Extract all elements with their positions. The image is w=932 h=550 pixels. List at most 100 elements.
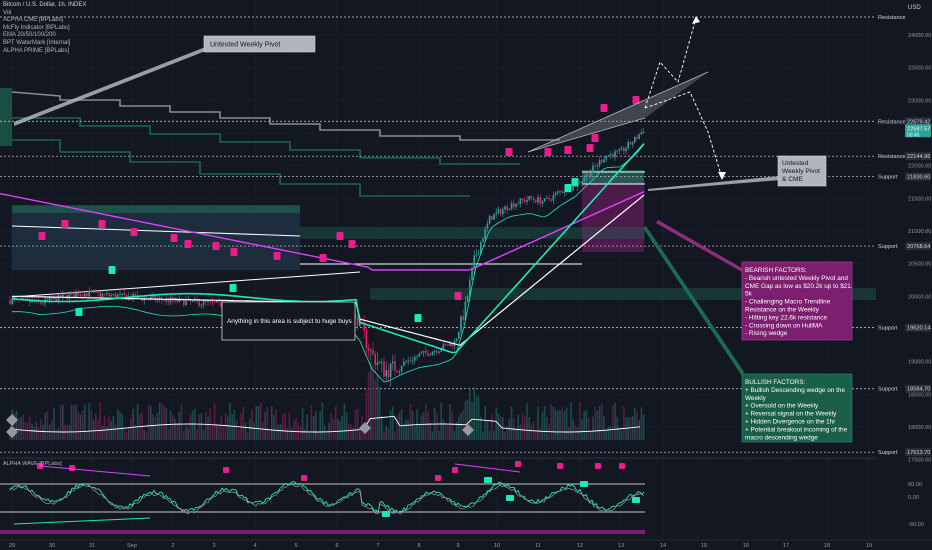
- signal-marker-buy: [564, 184, 572, 192]
- volume-bar: [565, 407, 568, 440]
- volume-bar: [147, 404, 150, 440]
- candle-body: [112, 293, 115, 296]
- volume-bar: [284, 412, 286, 440]
- bearish-line: - Challenging Macro Trendline: [745, 299, 831, 306]
- volume-bar: [275, 409, 277, 440]
- volume-bar: [442, 419, 445, 440]
- candle-body: [73, 292, 75, 298]
- candle-body: [550, 199, 552, 201]
- candle-body: [554, 192, 557, 195]
- signal-marker-sell: [212, 242, 220, 250]
- candle-body: [163, 300, 165, 301]
- volume-bar: [524, 416, 526, 440]
- volume-bar: [455, 422, 458, 440]
- volume-bar: [240, 412, 242, 440]
- candle-body: [42, 303, 44, 305]
- volume-bar: [482, 431, 484, 440]
- volume-bar: [493, 430, 495, 440]
- candle-body: [9, 300, 11, 304]
- volume-bar: [121, 413, 123, 440]
- legend-item-alpha-prime[interactable]: ALPHA PRIME [BPLabs]: [3, 48, 86, 56]
- candle-body: [418, 354, 420, 357]
- candle-body: [356, 317, 359, 326]
- level-value: 20768.64: [907, 244, 930, 250]
- candle-body: [216, 300, 218, 303]
- legend-item-vol[interactable]: Vol: [3, 10, 86, 18]
- volume-bar: [609, 425, 612, 440]
- volume-bar: [612, 405, 614, 440]
- wave-marker-sell: [595, 463, 601, 469]
- signal-marker-sell: [319, 254, 327, 262]
- volume-bar: [497, 413, 500, 440]
- volume-bar: [552, 406, 555, 440]
- volume-bar: [143, 429, 145, 440]
- volume-bar: [244, 422, 247, 440]
- candle-body: [471, 268, 473, 281]
- candle-body: [561, 191, 563, 193]
- volume-bar: [15, 410, 18, 440]
- volume-bar: [306, 414, 308, 440]
- candle-body: [81, 294, 84, 297]
- legend-item-watermark[interactable]: BPT WaterMark [Internal]: [3, 40, 86, 48]
- signal-marker-sell: [600, 104, 608, 112]
- volume-bar: [180, 404, 183, 440]
- bullish-line: + Reversal signal on the Weekly: [745, 411, 837, 418]
- volume-bar: [123, 427, 126, 440]
- volume-bar: [583, 410, 585, 440]
- signal-marker-sell: [130, 228, 138, 236]
- wave-marker-sell: [223, 467, 229, 473]
- price-chart[interactable]: Untested Weekly Pivot Untested Weekly Pi…: [0, 0, 932, 550]
- candle-body: [458, 331, 460, 339]
- candle-body: [79, 294, 82, 296]
- volume-bar: [218, 423, 220, 440]
- axis-tick-label: 20000.00: [908, 294, 931, 300]
- legend-item-alpha-cme[interactable]: ALPHA CME [BPLabs]: [3, 17, 86, 25]
- axis-tick-label: 19000.00: [908, 360, 931, 366]
- volume-bar: [515, 429, 517, 440]
- volume-bar: [464, 400, 467, 440]
- volume-bar: [510, 406, 513, 440]
- price-axis[interactable]: USD24000.0023500.0023000.0022500.0022000…: [876, 0, 932, 550]
- volume-bar: [570, 402, 572, 440]
- volume-bar: [460, 413, 462, 440]
- candle-body: [46, 298, 49, 301]
- bullish-line: macro descending wedge: [745, 434, 818, 441]
- volume-bar: [543, 406, 546, 440]
- volume-bar: [546, 416, 548, 440]
- candle-body: [205, 300, 207, 302]
- volume-bar: [594, 407, 596, 440]
- volume-bar: [304, 428, 306, 440]
- signal-marker-sell: [586, 144, 594, 152]
- signal-marker-sell: [61, 220, 69, 228]
- volume-bar: [596, 410, 599, 440]
- volume-bar: [526, 403, 528, 440]
- signal-marker-buy: [108, 266, 116, 274]
- candle-body: [585, 174, 588, 179]
- signal-marker-sell: [273, 252, 281, 260]
- wave-marker-sell: [557, 463, 563, 469]
- candle-body: [526, 199, 528, 202]
- candle-body: [491, 216, 493, 220]
- candle-body: [620, 147, 623, 150]
- legend-item-ema[interactable]: EMA 20/50/100/200: [3, 32, 86, 40]
- volume-bar: [354, 409, 357, 440]
- volume-bar: [392, 406, 394, 440]
- wave-marker-sell: [619, 463, 625, 469]
- cme-callout-line-1: Untested: [782, 160, 809, 167]
- volume-bar: [559, 410, 561, 440]
- candle-body: [640, 132, 643, 135]
- wave-marker-sell: [69, 465, 75, 471]
- volume-bar: [108, 416, 110, 440]
- axis-tick-label: 18000.00: [908, 425, 931, 431]
- candle-body: [429, 354, 431, 356]
- bearish-line: CME Gap as low as $20.2k up to $21.: [745, 283, 853, 290]
- candle-body: [392, 361, 394, 364]
- volume-bar: [132, 408, 134, 440]
- candle-body: [438, 351, 440, 353]
- candle-body: [403, 361, 405, 366]
- volume-bar: [427, 411, 429, 440]
- legend-item-mcfly[interactable]: McFly Indicator [BPLabs]: [3, 25, 86, 33]
- volume-bar: [339, 420, 341, 440]
- time-tick-label: 10: [494, 543, 500, 549]
- volume-bar: [343, 403, 346, 440]
